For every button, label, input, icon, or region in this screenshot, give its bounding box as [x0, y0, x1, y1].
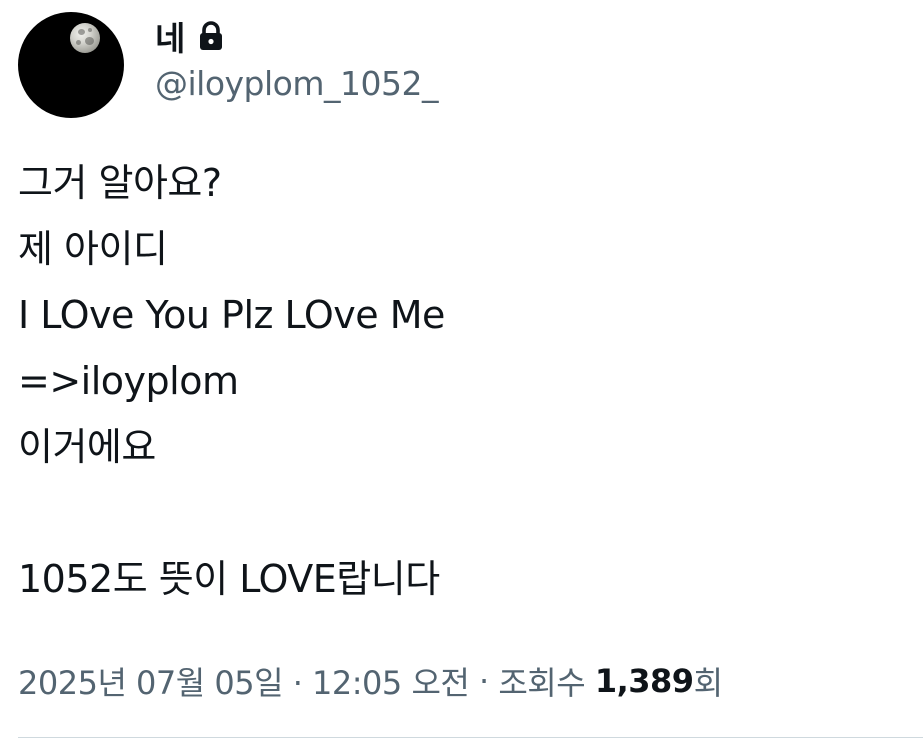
tweet-text-line: 이거에요 [18, 425, 156, 469]
name-row: 네 [155, 8, 438, 64]
tweet-text-blank-line [18, 480, 898, 546]
divider [18, 737, 923, 738]
views-suffix: 회 [693, 664, 723, 702]
moon-icon [70, 23, 100, 53]
user-handle[interactable]: @iloyplom_1052_ [155, 64, 439, 103]
views-count[interactable]: 1,389 [595, 662, 694, 700]
meta-separator: · [469, 662, 499, 700]
tweet-text-line: 제 아이디 [18, 227, 168, 271]
tweet-header: 네 @iloyplom_1052_ [155, 8, 439, 118]
avatar[interactable] [18, 12, 124, 118]
tweet-text-line: 1052도 뜻이 LOVE랍니다 [18, 557, 440, 601]
timestamp[interactable]: 2025년 07월 05일 · 12:05 오전 [18, 658, 470, 704]
tweet-text-line: 그거 알아요? [18, 161, 222, 205]
lock-icon [197, 21, 225, 51]
tweet-text-line: I LOve You Plz LOve Me [18, 293, 445, 337]
display-name[interactable]: 네 [155, 12, 185, 60]
tweet-text: 그거 알아요? 제 아이디 I LOve You Plz LOve Me =>i… [18, 150, 898, 612]
tweet-meta: 2025년 07월 05일 · 12:05 오전 · 조회수 1,389 회 [18, 656, 723, 706]
tweet-text-line: =>iloyplom [18, 359, 239, 403]
tweet: 네 @iloyplom_1052_ 그거 알아요? 제 아이디 I LOve Y… [0, 0, 923, 744]
views-label: 조회수 [498, 664, 595, 702]
